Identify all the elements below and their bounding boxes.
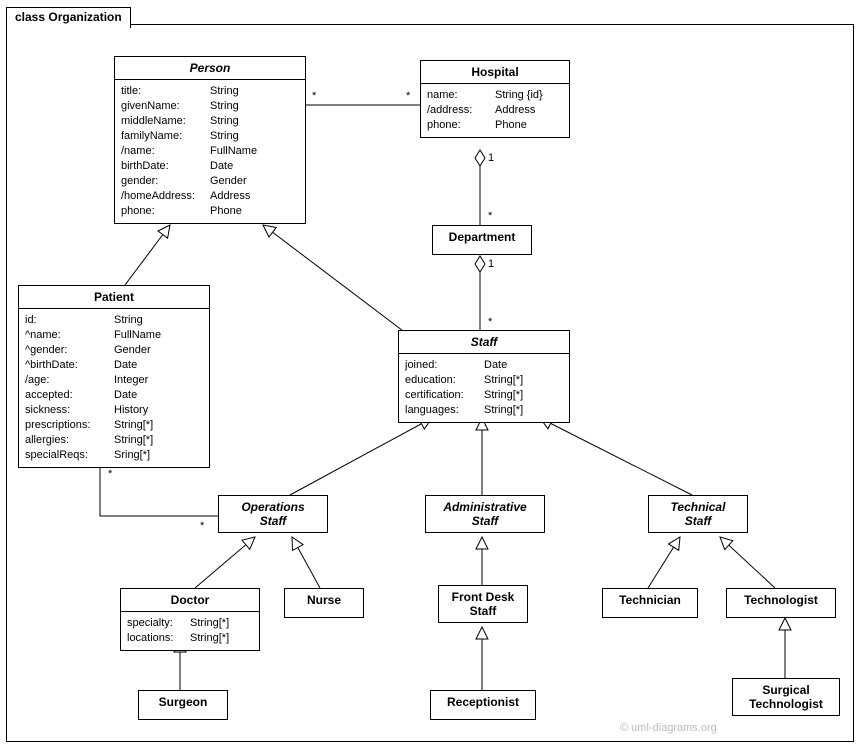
class-staff-name: Staff [399,331,569,354]
mult-person-hospital-right: * [406,90,410,102]
class-technician-name: Technician [603,589,697,611]
package-name: class Organization [15,10,122,24]
class-front-desk-staff: Front Desk Staff [438,585,528,623]
mult-patient-ops-right: * [200,520,204,532]
class-technical-staff-name: Technical Staff [649,496,747,532]
mult-person-hospital-left: * [312,90,316,102]
mult-patient-ops-left: * [108,468,112,480]
class-nurse: Nurse [284,588,364,618]
class-operations-staff-name: Operations Staff [219,496,327,532]
class-patient-attrs: id:String ^name:FullName ^gender:Gender … [19,309,209,467]
class-technologist-name: Technologist [727,589,835,611]
class-technical-staff: Technical Staff [648,495,748,533]
class-surgical-technologist: Surgical Technologist [732,678,840,716]
class-doctor: Doctor specialty:String[*] locations:Str… [120,588,260,651]
class-administrative-staff: Administrative Staff [425,495,545,533]
class-department: Department [432,225,532,255]
class-administrative-staff-name: Administrative Staff [426,496,544,532]
class-hospital: Hospital name:String {id} /address:Addre… [420,60,570,138]
mult-department-staff-top: 1 [488,258,494,270]
class-front-desk-staff-name: Front Desk Staff [439,586,527,622]
class-doctor-name: Doctor [121,589,259,612]
mult-hospital-department-bottom: * [488,210,492,222]
class-staff-attrs: joined:Date education:String[*] certific… [399,354,569,422]
watermark: © uml-diagrams.org [620,722,717,734]
class-operations-staff: Operations Staff [218,495,328,533]
class-patient-name: Patient [19,286,209,309]
class-surgeon: Surgeon [138,690,228,720]
class-person: Person title:String givenName:String mid… [114,56,306,224]
class-receptionist: Receptionist [430,690,536,720]
class-patient: Patient id:String ^name:FullName ^gender… [18,285,210,468]
mult-department-staff-bottom: * [488,316,492,328]
class-person-attrs: title:String givenName:String middleName… [115,80,305,223]
diagram-canvas: class Organization [0,0,860,747]
class-department-name: Department [433,226,531,248]
class-hospital-name: Hospital [421,61,569,84]
class-surgeon-name: Surgeon [139,691,227,713]
class-staff: Staff joined:Date education:String[*] ce… [398,330,570,423]
package-tab: class Organization [6,7,131,28]
class-surgical-technologist-name: Surgical Technologist [733,679,839,715]
class-technician: Technician [602,588,698,618]
class-technologist: Technologist [726,588,836,618]
class-nurse-name: Nurse [285,589,363,611]
class-doctor-attrs: specialty:String[*] locations:String[*] [121,612,259,650]
class-receptionist-name: Receptionist [431,691,535,713]
class-hospital-attrs: name:String {id} /address:Address phone:… [421,84,569,137]
mult-hospital-department-top: 1 [488,152,494,164]
class-person-name: Person [115,57,305,80]
